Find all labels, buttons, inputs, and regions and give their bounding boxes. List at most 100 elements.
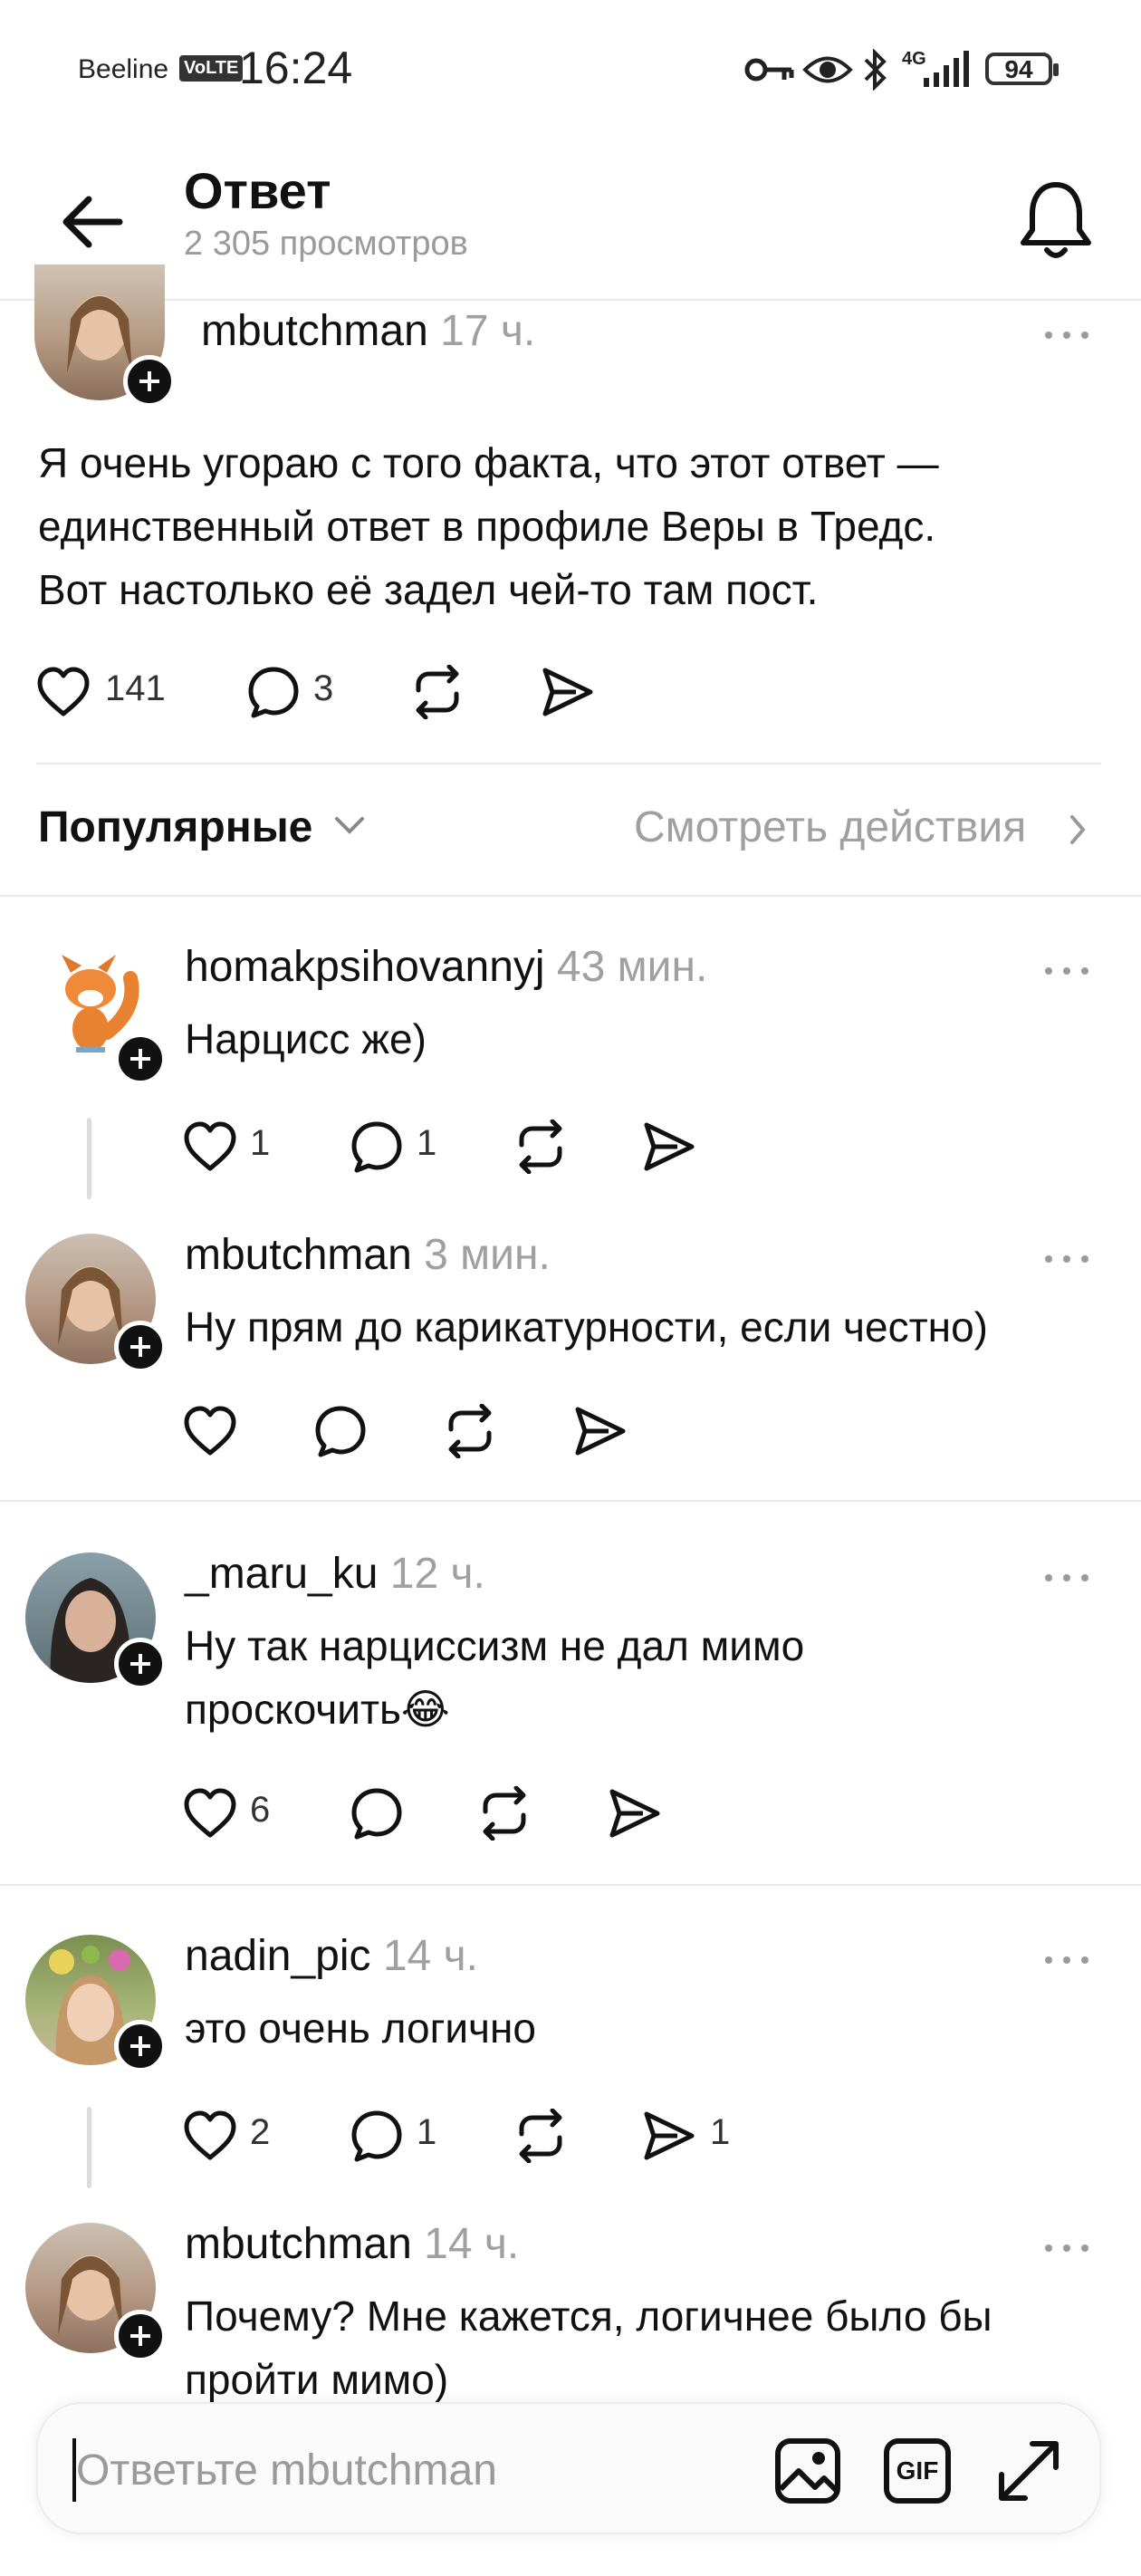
- thread-line: [87, 1118, 91, 1199]
- chevron-down-icon[interactable]: [331, 812, 368, 839]
- reply-count: 1: [417, 2112, 437, 2152]
- heart-icon[interactable]: [183, 1121, 237, 1172]
- signal-icon: [922, 51, 973, 93]
- status-bar: Beeline VoLTE 16:24 4G 94: [0, 0, 1141, 136]
- post-time: 17 ч.: [440, 307, 536, 355]
- view-activity-link[interactable]: Смотреть действия: [634, 803, 1026, 852]
- repost-icon[interactable]: [409, 665, 465, 719]
- arrow-left-icon: [62, 196, 123, 248]
- key-icon: [744, 56, 795, 88]
- image-icon[interactable]: [773, 2437, 842, 2505]
- like-count: 141: [105, 668, 166, 708]
- follow-button[interactable]: [114, 1638, 167, 1690]
- comment-text: это очень логично: [185, 1996, 536, 2060]
- comment-author[interactable]: _maru_ku 12 ч.: [185, 1549, 485, 1599]
- divider: [0, 1884, 1141, 1886]
- view-count: 2 305 просмотров: [184, 225, 468, 263]
- username[interactable]: _maru_ku: [185, 1550, 378, 1598]
- post-text-line: Вот настолько её задел чей-то там пост.: [38, 566, 819, 613]
- send-icon[interactable]: [641, 1120, 697, 1174]
- heart-icon[interactable]: [183, 1406, 237, 1456]
- repost-icon[interactable]: [513, 2109, 569, 2163]
- repost-icon[interactable]: [513, 1120, 569, 1174]
- speech-bubble-icon[interactable]: [246, 665, 301, 719]
- repost-icon[interactable]: [442, 1404, 498, 1458]
- comment-text: Почему? Мне кажется, логичнее было бы пр…: [185, 2284, 992, 2411]
- follow-button[interactable]: [123, 355, 176, 408]
- clock: 16:24: [239, 43, 353, 93]
- battery-indicator: 94: [985, 53, 1059, 85]
- notifications-button[interactable]: [1012, 176, 1099, 266]
- volte-badge: VoLTE: [179, 55, 244, 82]
- gif-icon[interactable]: GIF: [884, 2438, 951, 2504]
- send-icon[interactable]: [607, 1786, 663, 1841]
- comment-author[interactable]: nadin_pic 14 ч.: [185, 1931, 478, 1981]
- divider: [36, 763, 1101, 764]
- username[interactable]: homakpsihovannyj: [185, 943, 545, 991]
- username[interactable]: mbutchman: [185, 1231, 412, 1279]
- comment-text-line: это очень логично: [185, 2004, 537, 2052]
- comment-author[interactable]: mbutchman 14 ч.: [185, 2219, 519, 2269]
- reply-input[interactable]: [72, 2438, 764, 2502]
- comment-time: 43 мин.: [556, 943, 708, 991]
- page-title: Ответ: [184, 162, 331, 219]
- carrier-name: Beeline: [78, 54, 169, 84]
- follow-button[interactable]: [114, 1033, 167, 1085]
- like-count: 1: [250, 1123, 271, 1163]
- more-options-icon[interactable]: [1041, 1942, 1096, 1978]
- repost-icon[interactable]: [476, 1786, 532, 1841]
- post-text: Я очень угораю с того факта, что этот от…: [38, 431, 939, 621]
- like-count: 2: [250, 2112, 271, 2152]
- more-options-icon[interactable]: [1041, 317, 1096, 353]
- speech-bubble-icon[interactable]: [350, 1786, 404, 1841]
- reply-count: 3: [313, 668, 334, 708]
- comment-author[interactable]: mbutchman 3 мин.: [185, 1230, 551, 1280]
- comment-text-line: Ну прям до карикатурности, если честно): [185, 1303, 988, 1350]
- username[interactable]: nadin_pic: [185, 1932, 371, 1980]
- follow-button[interactable]: [114, 1321, 167, 1373]
- like-count: 6: [250, 1790, 271, 1830]
- comment-author[interactable]: homakpsihovannyj 43 мин.: [185, 942, 707, 992]
- post-author[interactable]: mbutchman 17 ч.: [201, 306, 535, 356]
- more-options-icon[interactable]: [1041, 2230, 1096, 2266]
- header: Ответ 2 305 просмотров: [0, 136, 1141, 301]
- more-options-icon[interactable]: [1041, 1560, 1096, 1596]
- comment-text: Нарцисс же): [185, 1007, 427, 1071]
- comment-text: Ну так нарциссизм не дал мимо проскочить…: [185, 1614, 804, 1741]
- post-text-line: единственный ответ в профиле Веры в Тред…: [38, 503, 936, 550]
- send-icon[interactable]: [641, 2109, 697, 2163]
- expand-icon[interactable]: [992, 2435, 1065, 2507]
- send-icon[interactable]: [540, 665, 596, 719]
- post-text-line: Я очень угораю с того факта, что этот от…: [38, 439, 939, 486]
- share-count: 1: [710, 2112, 731, 2152]
- back-button[interactable]: [54, 181, 136, 263]
- follow-button[interactable]: [114, 2020, 167, 2072]
- thread-line: [87, 2107, 91, 2188]
- reply-composer: GIF: [36, 2402, 1101, 2534]
- comment-time: 14 ч.: [382, 1932, 478, 1980]
- comment-time: 12 ч.: [389, 1550, 485, 1598]
- speech-bubble-icon[interactable]: [350, 2109, 404, 2163]
- follow-button[interactable]: [114, 2310, 167, 2362]
- speech-bubble-icon[interactable]: [350, 1120, 404, 1174]
- divider: [0, 1500, 1141, 1502]
- heart-icon[interactable]: [36, 667, 91, 717]
- comment-time: 14 ч.: [424, 2220, 520, 2268]
- sort-dropdown[interactable]: Популярные: [38, 803, 312, 852]
- comment-text-line: Ну так нарциссизм не дал мимо: [185, 1622, 805, 1669]
- username[interactable]: mbutchman: [201, 307, 428, 355]
- heart-icon[interactable]: [183, 2110, 237, 2161]
- comment-text-line: Почему? Мне кажется, логичнее было бы: [185, 2292, 992, 2340]
- username[interactable]: mbutchman: [185, 2220, 412, 2268]
- bluetooth-icon: [862, 48, 887, 95]
- more-options-icon[interactable]: [1041, 953, 1096, 989]
- heart-icon[interactable]: [183, 1788, 237, 1839]
- chevron-right-icon[interactable]: [1067, 813, 1088, 846]
- speech-bubble-icon[interactable]: [313, 1404, 368, 1458]
- more-options-icon[interactable]: [1041, 1241, 1096, 1277]
- bell-icon: [1021, 182, 1091, 258]
- comment-time: 3 мин.: [424, 1231, 551, 1279]
- comment-text: Ну прям до карикатурности, если честно): [185, 1295, 988, 1359]
- send-icon[interactable]: [572, 1404, 628, 1458]
- comment-text-line: проскочить😂: [185, 1686, 450, 1733]
